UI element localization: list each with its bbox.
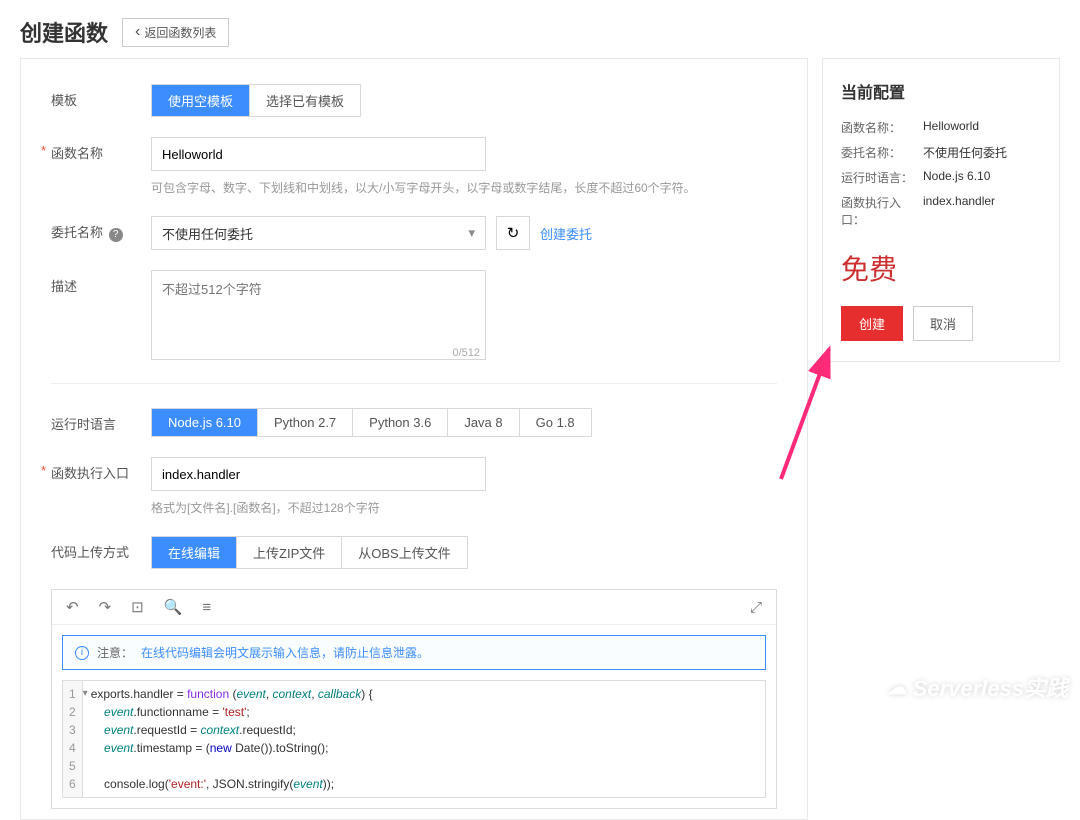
divider	[51, 383, 777, 384]
upload-opt-online[interactable]: 在线编辑	[152, 537, 237, 568]
description-counter: 0/512	[452, 347, 480, 359]
expand-icon[interactable]: ⤢	[750, 599, 762, 616]
label-description: 描述	[51, 270, 151, 363]
search-icon[interactable]: 🔍	[164, 598, 183, 616]
create-button[interactable]: 创建	[841, 306, 903, 341]
side-handler-value: index.handler	[923, 194, 995, 228]
side-handler-label: 函数执行入口：	[841, 194, 923, 228]
side-agency-value: 不使用任何委托	[923, 144, 1007, 161]
side-agency-label: 委托名称：	[841, 144, 923, 161]
notice-text: 在线代码编辑会明文展示输入信息，请防止信息泄露。	[141, 644, 429, 661]
runtime-opt-go[interactable]: Go 1.8	[520, 409, 591, 436]
side-title: 当前配置	[841, 79, 1041, 103]
runtime-opt-py27[interactable]: Python 2.7	[258, 409, 353, 436]
handler-hint: 格式为[文件名].[函数名]，不超过128个字符	[151, 499, 777, 516]
label-handler: 函数执行入口	[51, 457, 151, 516]
redo-icon[interactable]: ↷	[99, 598, 112, 616]
back-button[interactable]: 返回函数列表	[122, 18, 229, 47]
create-agency-link[interactable]: 创建委托	[540, 224, 592, 243]
upload-opt-zip[interactable]: 上传ZIP文件	[237, 537, 342, 568]
format-icon[interactable]: ≡	[202, 599, 211, 616]
page-title: 创建函数	[20, 16, 108, 48]
upload-segment: 在线编辑 上传ZIP文件 从OBS上传文件	[151, 536, 468, 569]
chevron-down-icon	[468, 225, 475, 241]
upload-opt-obs[interactable]: 从OBS上传文件	[342, 537, 466, 568]
editor-toolbar: ↶ ↷ ⊡ 🔍 ≡ ⤢	[52, 590, 776, 625]
help-icon[interactable]: ?	[109, 228, 123, 242]
cancel-button[interactable]: 取消	[913, 306, 973, 341]
config-summary-card: 当前配置 函数名称：Helloworld 委托名称：不使用任何委托 运行时语言：…	[822, 58, 1060, 362]
function-name-input[interactable]	[151, 137, 486, 171]
label-runtime: 运行时语言	[51, 408, 151, 437]
info-icon: i	[75, 646, 89, 660]
code-content[interactable]: exports.handler = function (event, conte…	[83, 681, 381, 797]
function-name-hint: 可包含字母、数字、下划线和中划线，以大/小写字母开头，以字母或数字结尾，长度不超…	[151, 179, 777, 196]
undo-icon[interactable]: ↶	[66, 598, 79, 616]
side-name-label: 函数名称：	[841, 119, 923, 136]
description-textarea[interactable]	[151, 270, 486, 360]
agency-select[interactable]: 不使用任何委托	[151, 216, 486, 250]
runtime-opt-py36[interactable]: Python 3.6	[353, 409, 448, 436]
label-agency: 委托名称 ?	[51, 216, 151, 250]
handler-input[interactable]	[151, 457, 486, 491]
side-runtime-label: 运行时语言：	[841, 169, 923, 186]
label-template: 模板	[51, 84, 151, 117]
form-card: 模板 使用空模板 选择已有模板 函数名称 可包含字母、数字、下划线和中划线，以大…	[20, 58, 808, 820]
refresh-button[interactable]: ↻	[496, 216, 530, 250]
runtime-segment: Node.js 6.10 Python 2.7 Python 3.6 Java …	[151, 408, 592, 437]
runtime-opt-java8[interactable]: Java 8	[448, 409, 519, 436]
label-upload: 代码上传方式	[51, 536, 151, 569]
template-opt-existing[interactable]: 选择已有模板	[250, 85, 360, 116]
refresh-icon: ↻	[507, 224, 520, 242]
editor-notice: i 注意： 在线代码编辑会明文展示输入信息，请防止信息泄露。	[62, 635, 766, 670]
agency-select-value: 不使用任何委托	[162, 224, 253, 243]
back-button-label: 返回函数列表	[144, 24, 216, 41]
free-badge: 免费	[841, 248, 1041, 288]
runtime-opt-nodejs[interactable]: Node.js 6.10	[152, 409, 258, 436]
label-function-name: 函数名称	[51, 137, 151, 196]
side-runtime-value: Node.js 6.10	[923, 169, 990, 186]
template-segment: 使用空模板 选择已有模板	[151, 84, 361, 117]
template-opt-blank[interactable]: 使用空模板	[152, 85, 250, 116]
side-name-value: Helloworld	[923, 119, 979, 136]
chevron-left-icon	[135, 25, 140, 39]
notice-label: 注意：	[97, 644, 133, 661]
code-area[interactable]: 123456 exports.handler = function (event…	[62, 680, 766, 798]
code-gutter: 123456	[63, 681, 83, 797]
comment-icon[interactable]: ⊡	[131, 598, 144, 616]
code-editor: ↶ ↷ ⊡ 🔍 ≡ ⤢ i 注意： 在线代码编辑会明文展示输入信息，请防止信息泄…	[51, 589, 777, 809]
